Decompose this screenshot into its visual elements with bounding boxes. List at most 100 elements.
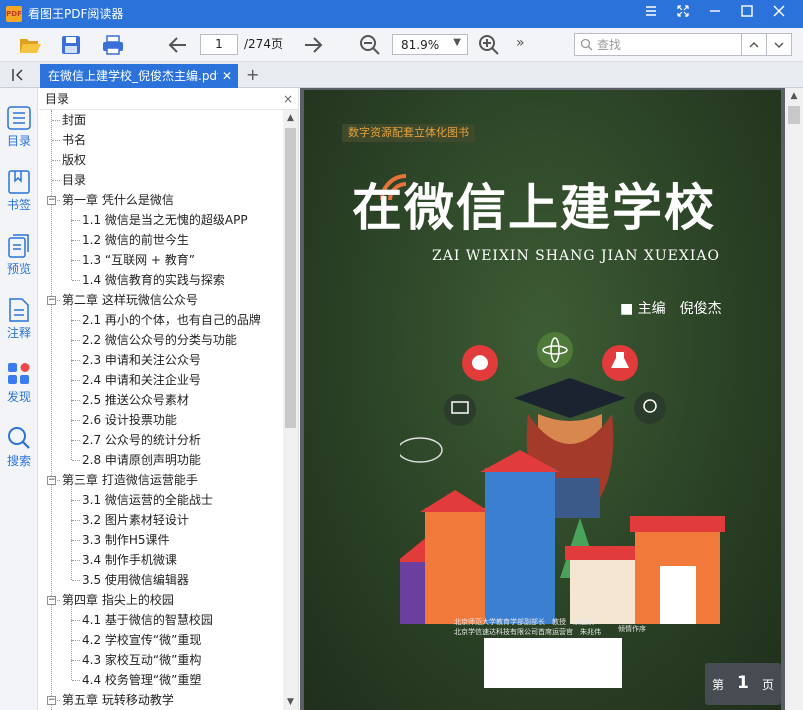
collapse-toggle-icon[interactable]: −: [47, 476, 56, 485]
outline-item[interactable]: 2.1 再小的个体，也有自己的品牌: [82, 310, 261, 330]
save-icon[interactable]: [59, 33, 83, 57]
arrow-right-icon[interactable]: [301, 33, 325, 57]
outline-item[interactable]: 目录: [62, 170, 86, 190]
tree-line: [72, 540, 80, 541]
outline-item[interactable]: 第四章 指尖上的校园: [62, 590, 174, 610]
page-scroll-thumb[interactable]: [788, 106, 800, 124]
outline-item[interactable]: 3.1 微信运营的全能战士: [82, 490, 213, 510]
cover-preface-note: 倾情作序: [618, 625, 646, 633]
search-next-button[interactable]: [767, 33, 792, 56]
outline-item[interactable]: 2.3 申请和关注公众号: [82, 350, 201, 370]
outline-item[interactable]: 3.2 图片素材轻设计: [82, 510, 189, 530]
tree-line: [72, 380, 80, 381]
tree-line: [71, 300, 72, 320]
zoom-in-icon[interactable]: [477, 33, 501, 57]
page-scrollbar[interactable]: ▲: [785, 88, 803, 710]
minimize-icon[interactable]: [705, 4, 725, 24]
outline-item[interactable]: 3.4 制作手机微课: [82, 550, 177, 570]
open-folder-icon[interactable]: [18, 33, 42, 57]
rail-label: 搜索: [6, 454, 31, 468]
close-icon[interactable]: [769, 4, 789, 24]
rail-item-annotations[interactable]: 注释: [0, 294, 38, 354]
tree-line: [72, 500, 80, 501]
arrow-left-icon[interactable]: [166, 33, 190, 57]
print-icon[interactable]: [101, 33, 125, 57]
rail-item-search[interactable]: 搜索: [0, 422, 38, 482]
tree-line: [71, 220, 72, 240]
outline-scrollbar[interactable]: ▲ ▼: [283, 110, 298, 710]
list-icon: [7, 106, 31, 130]
page-number-input[interactable]: 1: [200, 34, 238, 55]
outline-item[interactable]: 2.8 申请原创声明功能: [82, 450, 201, 470]
outline-item[interactable]: 第二章 这样玩微信公众号: [62, 290, 198, 310]
collapse-toggle-icon[interactable]: −: [47, 596, 56, 605]
collapse-toggle-icon[interactable]: −: [47, 196, 56, 205]
outline-item[interactable]: 4.3 家校互动“微”重构: [82, 650, 201, 670]
outline-item[interactable]: 2.6 设计投票功能: [82, 410, 177, 430]
outline-item[interactable]: 1.2 微信的前世今生: [82, 230, 189, 250]
outline-item[interactable]: 第三章 打造微信运营能手: [62, 470, 198, 490]
outline-item[interactable]: 1.4 微信教育的实践与探索: [82, 270, 225, 290]
tree-line: [72, 620, 80, 621]
zoom-value: 81.9%: [401, 38, 440, 52]
outline-item[interactable]: 4.4 校务管理“微”重塑: [82, 670, 201, 690]
zoom-select[interactable]: 81.9% ▼: [392, 34, 468, 55]
outline-item[interactable]: 2.4 申请和关注企业号: [82, 370, 201, 390]
outline-item[interactable]: 1.1 微信是当之无愧的超级APP: [82, 210, 248, 230]
scroll-up-icon[interactable]: ▲: [283, 110, 298, 126]
rail-item-bookmarks[interactable]: 书签: [0, 166, 38, 226]
scroll-down-icon[interactable]: ▼: [283, 694, 298, 710]
outline-item[interactable]: 第一章 凭什么是微信: [62, 190, 174, 210]
page-total-label: /274页: [244, 37, 283, 51]
outline-item[interactable]: 2.5 推送公众号素材: [82, 390, 189, 410]
outline-panel: 目录 × 封面 书名 版权 目录 − 第一章 凭什么是微信 1.1 微信是当之无愧的超级AP…: [39, 88, 299, 710]
outline-item[interactable]: 4.1 基于微信的智慧校园: [82, 610, 213, 630]
cover-editor: ■ 主编 倪俊杰: [620, 301, 722, 317]
hamburger-icon[interactable]: [641, 4, 661, 24]
search-input[interactable]: 查找: [574, 33, 742, 56]
tree-line: [72, 440, 80, 441]
page-viewer[interactable]: 数字资源配套立体化图书 在微信上建学校 ZAI WEIXIN SHANG JIA…: [300, 88, 803, 710]
more-tools-button[interactable]: »: [516, 35, 525, 51]
chevron-down-icon: [774, 42, 784, 48]
search-prev-button[interactable]: [742, 33, 767, 56]
tree-line: [52, 120, 60, 121]
book-cover-page: 数字资源配套立体化图书 在微信上建学校 ZAI WEIXIN SHANG JIA…: [304, 90, 781, 710]
scroll-thumb[interactable]: [285, 128, 296, 428]
outline-item[interactable]: 4.2 学校宣传“微”重现: [82, 630, 201, 650]
tab-close-icon[interactable]: ✕: [222, 68, 232, 84]
title-bar: PDF 看图王PDF阅读器: [0, 0, 803, 28]
tree-line: [71, 420, 72, 440]
collapse-toggle-icon[interactable]: −: [47, 296, 56, 305]
cover-pinyin: ZAI WEIXIN SHANG JIAN XUEXIAO: [432, 248, 720, 264]
outline-item[interactable]: 1.3 “互联网 + 教育”: [82, 250, 195, 270]
tree-line: [71, 260, 72, 280]
app-logo-icon: PDF: [6, 6, 22, 22]
tree-line: [71, 500, 72, 520]
expand-icon[interactable]: [673, 4, 693, 24]
collapse-sidebar-icon[interactable]: [10, 67, 26, 86]
zoom-out-icon[interactable]: [358, 33, 382, 57]
tree-line: [52, 180, 60, 181]
tree-line: [72, 520, 80, 521]
outline-item[interactable]: 3.3 制作H5课件: [82, 530, 170, 550]
tree-line: [71, 400, 72, 420]
collapse-toggle-icon[interactable]: −: [47, 696, 56, 705]
add-tab-button[interactable]: +: [246, 65, 259, 84]
outline-item[interactable]: 2.2 微信公众号的分类与功能: [82, 330, 237, 350]
outline-item[interactable]: 2.7 公众号的统计分析: [82, 430, 201, 450]
scroll-up-icon[interactable]: ▲: [785, 88, 803, 104]
outline-item[interactable]: 第五章 玩转移动教学: [62, 690, 174, 710]
outline-item[interactable]: 版权: [62, 150, 86, 170]
outline-item[interactable]: 3.5 使用微信编辑器: [82, 570, 189, 590]
rail-item-thumbnails[interactable]: 预览: [0, 230, 38, 290]
tab-document[interactable]: 在微信上建学校_倪俊杰主编.pdf ✕: [40, 64, 238, 88]
close-icon[interactable]: ×: [283, 91, 293, 107]
outline-item[interactable]: 封面: [62, 110, 86, 130]
maximize-icon[interactable]: [737, 4, 757, 24]
rail-item-outline[interactable]: 目录: [0, 102, 38, 162]
tree-line: [72, 360, 80, 361]
outline-item[interactable]: 书名: [62, 130, 86, 150]
side-rail: 目录 书签 预览 注释 发现 搜索: [0, 88, 38, 710]
rail-item-discover[interactable]: 发现: [0, 358, 38, 418]
